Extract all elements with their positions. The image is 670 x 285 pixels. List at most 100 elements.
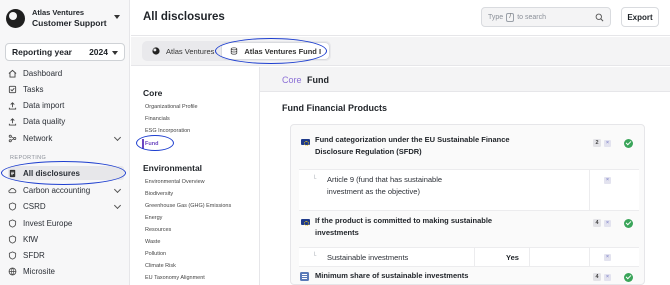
- topic-item-organizational-profile[interactable]: Organizational Profile: [145, 104, 198, 110]
- sidebar-item-tasks[interactable]: Tasks: [8, 82, 124, 96]
- sidebar-item-sfdr[interactable]: SFDR: [8, 248, 124, 262]
- sidebar-item-label: Tasks: [23, 84, 44, 94]
- chevron-down-icon: [113, 201, 122, 210]
- sidebar-item-label: Microsite: [23, 266, 56, 276]
- question-text: Fund categorization under the EU Sustain…: [315, 135, 510, 156]
- database-icon: [231, 47, 238, 55]
- topic-item-esg-incorporation[interactable]: ESG Incorporation: [145, 128, 190, 134]
- sidebar-item-carbon-accounting[interactable]: Carbon accounting: [8, 183, 124, 197]
- tab-atlas-ventures-fund-i[interactable]: Atlas Ventures Fund I: [222, 43, 330, 59]
- sidebar-item-network[interactable]: Network: [8, 131, 124, 145]
- sidebar-item-label: Dashboard: [23, 68, 63, 78]
- question-text: Minimum share of sustainable investments: [315, 271, 469, 280]
- badge-icon: [8, 201, 17, 211]
- search-placeholder-text: Type: [488, 13, 504, 21]
- tasks-icon: [8, 85, 17, 94]
- chevron-down-icon: [113, 133, 122, 142]
- topic-item-energy[interactable]: Energy: [145, 215, 162, 221]
- count-badge: 2: [593, 139, 601, 147]
- topic-item-financials[interactable]: Financials: [145, 116, 170, 122]
- org-switcher[interactable]: Atlas Ventures Customer Support: [6, 6, 124, 30]
- close-icon[interactable]: ×: [604, 219, 611, 227]
- topic-item-resources[interactable]: Resources: [145, 227, 171, 233]
- reporting-year-label: Reporting year: [12, 47, 72, 57]
- topic-item-biodiversity[interactable]: Biodiversity: [145, 191, 173, 197]
- close-icon[interactable]: ×: [604, 273, 611, 281]
- sidebar-item-microsite[interactable]: Microsite: [8, 264, 124, 278]
- check-circle-icon: [624, 272, 633, 282]
- topic-item-environmental-overview[interactable]: Environmental Overview: [145, 179, 205, 185]
- tab-label: Atlas Ventures Fund I: [244, 46, 322, 56]
- logo-icon: [152, 47, 160, 55]
- divider: [589, 248, 590, 266]
- question-row[interactable]: If the product is committed to making su…: [291, 211, 646, 247]
- upload-icon: [8, 101, 17, 110]
- caret-down-icon: [112, 51, 118, 55]
- sidebar-item-invest-europe[interactable]: Invest Europe: [8, 216, 124, 230]
- topic-item-pollution[interactable]: Pollution: [145, 251, 166, 257]
- answer-value: Yes: [506, 253, 519, 262]
- sidebar-item-dashboard[interactable]: Dashboard: [8, 66, 124, 80]
- home-icon: [8, 69, 17, 78]
- sidebar-item-data-import[interactable]: Data import: [8, 98, 124, 112]
- eu-flag-icon: [301, 219, 310, 226]
- divider: [529, 248, 530, 266]
- check-circle-icon: [624, 218, 633, 228]
- count-badge: 4: [593, 273, 601, 281]
- page-header: All disclosures Type / to search Export: [131, 0, 670, 36]
- sidebar-item-label: KfW: [23, 234, 39, 244]
- sidebar-item-label: SFDR: [23, 250, 45, 260]
- network-icon: [8, 134, 17, 143]
- answer-text: Article 9 (fund that has sustainable inv…: [327, 175, 443, 196]
- topic-item-ghg-emissions[interactable]: Greenhouse Gas (GHG) Emissions: [145, 203, 231, 209]
- question-row[interactable]: Fund categorization under the EU Sustain…: [291, 125, 646, 169]
- close-icon[interactable]: ×: [604, 177, 611, 184]
- divider: [589, 170, 590, 210]
- sidebar-item-label: Carbon accounting: [23, 185, 91, 195]
- question-row[interactable]: Minimum share of sustainable investments…: [291, 267, 646, 285]
- main-content: Core Fund Fund Financial Products Fund c…: [259, 67, 670, 285]
- sidebar-item-label: Network: [23, 133, 53, 143]
- entity-tabs-bar: Atlas Ventures Atlas Ventures Fund I: [131, 37, 670, 66]
- caret-down-icon: [114, 15, 120, 19]
- badge-icon: [8, 250, 17, 260]
- breadcrumb-section[interactable]: Core: [282, 75, 302, 85]
- reporting-year-value: 2024: [89, 47, 108, 57]
- topic-item-waste[interactable]: Waste: [145, 239, 160, 245]
- sidebar-item-data-quality[interactable]: Data quality: [8, 114, 124, 128]
- export-button[interactable]: Export: [621, 7, 659, 27]
- close-icon[interactable]: ×: [604, 254, 611, 261]
- topic-nav: Core Organizational Profile Financials E…: [131, 67, 259, 285]
- tab-atlas-ventures[interactable]: Atlas Ventures: [144, 43, 222, 59]
- search-placeholder-text: to search: [517, 13, 546, 21]
- document-icon: [8, 169, 17, 178]
- sidebar-item-label: Data quality: [23, 116, 66, 126]
- org-logo-icon: [6, 8, 25, 28]
- sidebar-item-kfw[interactable]: KfW: [8, 232, 124, 246]
- entity-tabs: Atlas Ventures Atlas Ventures Fund I: [142, 41, 332, 61]
- sidebar-item-all-disclosures[interactable]: All disclosures: [8, 166, 124, 180]
- shortcut-key: /: [506, 12, 515, 22]
- topic-item-eu-taxonomy-alignment[interactable]: EU Taxonomy Alignment: [145, 275, 205, 281]
- calculator-icon: [300, 272, 309, 281]
- tab-label: Atlas Ventures: [166, 46, 215, 56]
- answer-text: Sustainable investments: [327, 253, 409, 262]
- answer-row: └ Sustainable investments Yes ×: [299, 247, 639, 267]
- eu-flag-icon: [301, 139, 310, 146]
- globe-icon: [8, 267, 17, 276]
- badge-icon: [8, 234, 17, 244]
- org-subtitle: Customer Support: [32, 18, 107, 28]
- reporting-year-select[interactable]: Reporting year 2024: [5, 43, 125, 61]
- chevron-down-icon: [113, 185, 122, 194]
- topic-group-environmental: Environmental: [143, 163, 203, 173]
- topic-item-climate-risk[interactable]: Climate Risk: [145, 263, 176, 269]
- close-icon[interactable]: ×: [604, 139, 611, 147]
- count-badge: 4: [593, 219, 601, 227]
- divider: [474, 248, 475, 266]
- reporting-section-label: REPORTING: [10, 155, 47, 161]
- topic-item-fund[interactable]: Fund: [145, 141, 158, 147]
- sidebar-item-csrd[interactable]: CSRD: [8, 199, 124, 213]
- breadcrumb-topic: Fund: [307, 75, 329, 85]
- search-input[interactable]: Type / to search: [481, 7, 611, 27]
- sidebar-item-label: All disclosures: [23, 168, 80, 178]
